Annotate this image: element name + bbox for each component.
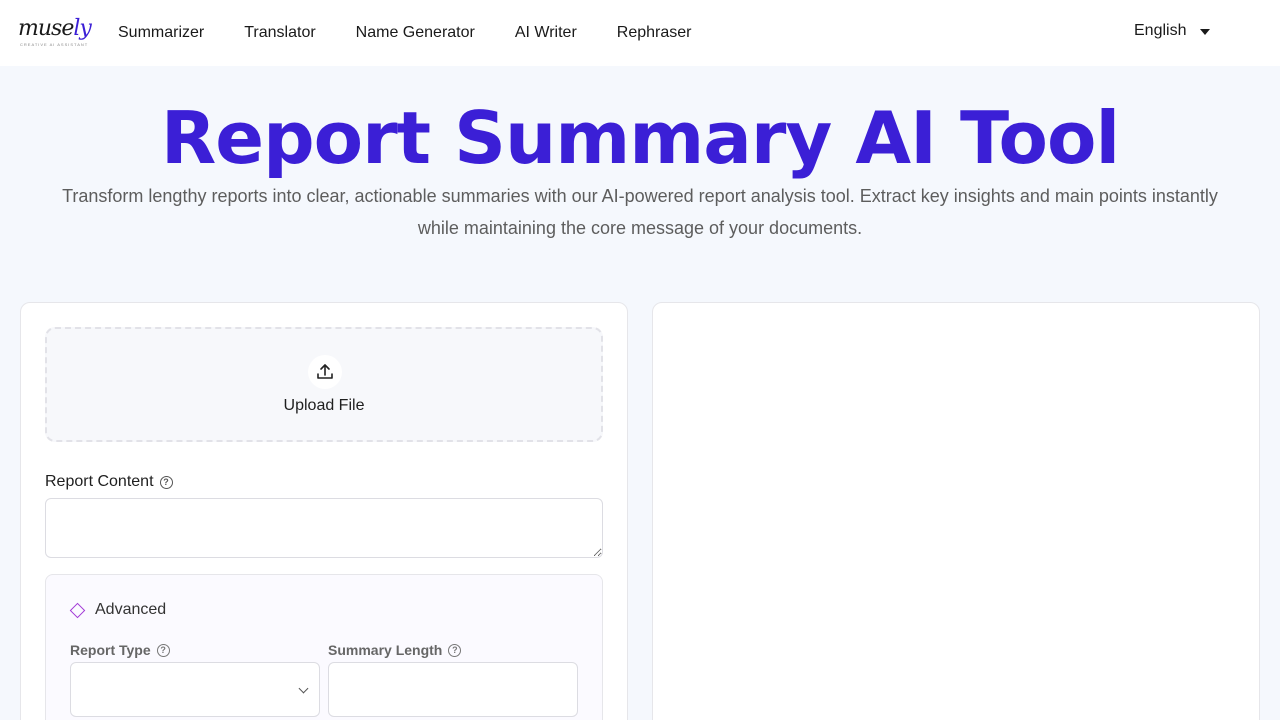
advanced-section: Advanced Report Type ? Summary Length ?	[45, 574, 603, 720]
report-type-select[interactable]	[70, 662, 320, 717]
input-panel: Upload File Report Content ? Advanced Re…	[20, 302, 628, 720]
upload-file-label: Upload File	[283, 397, 365, 414]
advanced-toggle[interactable]: Advanced	[69, 601, 167, 619]
logo-accent: ly	[73, 16, 91, 41]
main-nav: Summarizer Translator Name Generator AI …	[118, 0, 731, 66]
nav-rephraser[interactable]: Rephraser	[617, 24, 692, 42]
summary-length-label: Summary Length ?	[328, 642, 462, 658]
report-content-label: Report Content ?	[45, 473, 173, 491]
report-content-label-text: Report Content	[45, 473, 154, 490]
help-icon[interactable]: ?	[156, 643, 170, 657]
language-label: English	[1134, 22, 1187, 39]
language-selector[interactable]: English	[1134, 22, 1211, 40]
nav-ai-writer[interactable]: AI Writer	[515, 24, 577, 42]
advanced-label: Advanced	[95, 601, 167, 618]
upload-file-dropzone[interactable]: Upload File	[45, 327, 603, 442]
help-icon[interactable]: ?	[448, 643, 462, 657]
page-title: Report Summary AI Tool	[160, 96, 1120, 180]
top-header: musely CREATIVE AI ASSISTANT Summarizer …	[0, 0, 1280, 66]
report-type-label: Report Type ?	[70, 642, 170, 658]
diamond-icon	[69, 602, 86, 618]
nav-name-generator[interactable]: Name Generator	[356, 24, 475, 42]
page-subtitle: Transform lengthy reports into clear, ac…	[62, 186, 1218, 238]
logo-tagline: CREATIVE AI ASSISTANT	[20, 42, 89, 47]
caret-down-icon	[1200, 29, 1211, 35]
upload-icon	[308, 355, 342, 389]
muse-logo[interactable]: musely CREATIVE AI ASSISTANT	[18, 14, 92, 50]
help-icon[interactable]: ?	[159, 475, 173, 489]
nav-translator[interactable]: Translator	[244, 24, 315, 42]
nav-summarizer[interactable]: Summarizer	[118, 24, 204, 42]
logo-text: muse	[18, 16, 74, 41]
report-content-textarea[interactable]	[45, 498, 603, 558]
chevron-down-icon	[298, 683, 309, 694]
output-panel	[652, 302, 1260, 720]
summary-length-input[interactable]	[328, 662, 578, 717]
summary-length-label-text: Summary Length	[328, 642, 443, 658]
report-type-label-text: Report Type	[70, 642, 151, 658]
